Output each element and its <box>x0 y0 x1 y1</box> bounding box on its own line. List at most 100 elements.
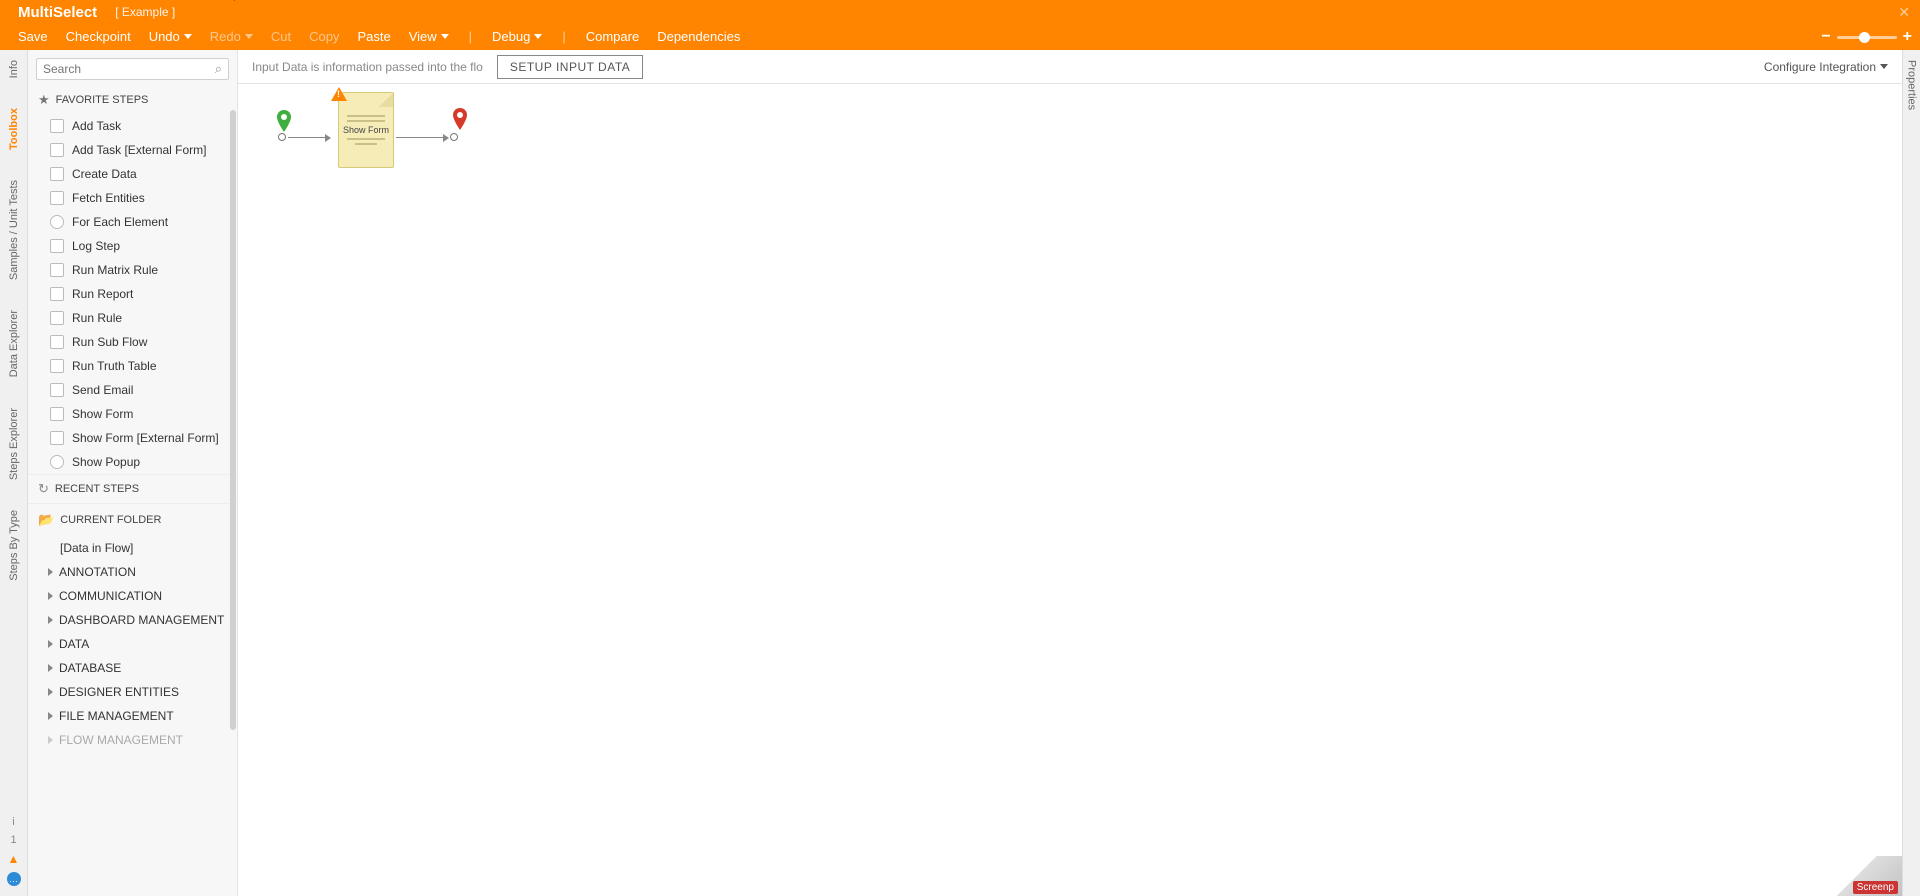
star-icon: ★ <box>38 92 50 108</box>
screen-recorder-badge: Screenp <box>1853 881 1898 894</box>
search-input[interactable] <box>43 62 215 76</box>
caret-right-icon <box>48 736 53 744</box>
step-show-popup[interactable]: Show Popup <box>28 450 237 474</box>
zoom-slider[interactable] <box>1837 36 1897 39</box>
folder-icon: 📂 <box>38 512 54 528</box>
chevron-down-icon <box>534 34 542 39</box>
toolbox-panel: ⌕ ★ FAVORITE STEPS Add Task Add Task [Ex… <box>28 50 238 896</box>
rail-tab-steps-explorer[interactable]: Steps Explorer <box>6 404 22 484</box>
step-add-task-external[interactable]: Add Task [External Form] <box>28 138 237 162</box>
folder-data[interactable]: DATA <box>28 632 237 656</box>
menu-dependencies[interactable]: Dependencies <box>657 29 740 44</box>
configure-integration-button[interactable]: Configure Integration <box>1764 60 1888 74</box>
menu-redo-label: Redo <box>210 29 241 44</box>
zoom-control[interactable]: − + <box>1821 28 1912 46</box>
step-create-data[interactable]: Create Data <box>28 162 237 186</box>
warning-icon <box>331 87 347 101</box>
configure-integration-label: Configure Integration <box>1764 60 1876 74</box>
start-node[interactable] <box>276 110 292 132</box>
step-for-each[interactable]: For Each Element <box>28 210 237 234</box>
close-icon[interactable]: ✕ <box>1898 4 1910 21</box>
menu-view-label: View <box>409 29 437 44</box>
warning-icon[interactable]: ▲ <box>8 852 20 866</box>
canvas-toolbar: Input Data is information passed into th… <box>238 50 1902 84</box>
edge-start-to-form <box>288 137 330 138</box>
step-run-matrix[interactable]: Run Matrix Rule <box>28 258 237 282</box>
step-show-form-external[interactable]: Show Form [External Form] <box>28 426 237 450</box>
folder-annotation[interactable]: ANNOTATION <box>28 560 237 584</box>
step-run-truth-table[interactable]: Run Truth Table <box>28 354 237 378</box>
step-log-step[interactable]: Log Step <box>28 234 237 258</box>
setup-input-data-button[interactable]: SETUP INPUT DATA <box>497 55 643 79</box>
folder-communication[interactable]: COMMUNICATION <box>28 584 237 608</box>
menu-debug-label: Debug <box>492 29 530 44</box>
zoom-thumb[interactable] <box>1859 32 1870 43</box>
input-data-hint: Input Data is information passed into th… <box>252 60 483 74</box>
menu-save[interactable]: Save <box>18 29 48 44</box>
info-icon[interactable]: i <box>12 816 14 828</box>
search-icon[interactable]: ⌕ <box>215 61 222 77</box>
step-icon <box>50 431 64 445</box>
menu-redo[interactable]: Redo <box>210 29 253 44</box>
folder-dashboard-management[interactable]: DASHBOARD MANAGEMENT <box>28 608 237 632</box>
menu-compare[interactable]: Compare <box>586 29 639 44</box>
folder-file-management[interactable]: FILE MANAGEMENT <box>28 704 237 728</box>
step-run-rule[interactable]: Run Rule <box>28 306 237 330</box>
rail-tab-samples[interactable]: Samples / Unit Tests <box>6 176 22 284</box>
show-form-node[interactable]: Show Form <box>338 92 394 168</box>
top-bar: MultiSelect [ Example ] ✕ Save Checkpoin… <box>0 0 1920 50</box>
chevron-down-icon <box>1880 64 1888 69</box>
zoom-out-icon[interactable]: − <box>1821 28 1830 46</box>
menu-copy[interactable]: Copy <box>309 29 339 44</box>
chevron-down-icon <box>184 34 192 39</box>
step-fetch-entities[interactable]: Fetch Entities <box>28 186 237 210</box>
folder-designer-entities[interactable]: DESIGNER ENTITIES <box>28 680 237 704</box>
menu-checkpoint[interactable]: Checkpoint <box>66 29 131 44</box>
folder-flow-management[interactable]: FLOW MANAGEMENT <box>28 728 237 752</box>
section-recent[interactable]: ↻ RECENT STEPS <box>28 474 237 503</box>
search-box[interactable]: ⌕ <box>36 58 229 80</box>
step-run-report[interactable]: Run Report <box>28 282 237 306</box>
rail-tab-data-explorer[interactable]: Data Explorer <box>6 306 22 381</box>
step-send-email[interactable]: Send Email <box>28 378 237 402</box>
step-add-task[interactable]: Add Task <box>28 114 237 138</box>
left-rail: Info Toolbox Samples / Unit Tests Data E… <box>0 50 28 896</box>
rail-tab-info[interactable]: Info <box>6 56 22 82</box>
favorite-step-list: Add Task Add Task [External Form] Create… <box>28 114 237 474</box>
chat-icon[interactable]: … <box>7 872 21 886</box>
menu-separator: | <box>560 29 567 44</box>
section-favorite[interactable]: ★ FAVORITE STEPS <box>28 86 237 114</box>
step-run-sub-flow[interactable]: Run Sub Flow <box>28 330 237 354</box>
step-icon <box>50 263 64 277</box>
node-label: Show Form <box>343 125 389 135</box>
menu-view[interactable]: View <box>409 29 449 44</box>
folder-database[interactable]: DATABASE <box>28 656 237 680</box>
end-in-port[interactable] <box>450 133 458 141</box>
app-subtitle: [ Example ] <box>115 5 175 19</box>
start-out-port[interactable] <box>278 133 286 141</box>
menu-debug[interactable]: Debug <box>492 29 542 44</box>
rail-tab-steps-by-type[interactable]: Steps By Type <box>6 506 22 585</box>
app-title: MultiSelect <box>18 4 97 21</box>
step-icon <box>50 167 64 181</box>
step-show-form[interactable]: Show Form <box>28 402 237 426</box>
menu-cut[interactable]: Cut <box>271 29 291 44</box>
chevron-down-icon <box>441 34 449 39</box>
menu-paste[interactable]: Paste <box>357 29 390 44</box>
right-rail: Properties <box>1902 50 1920 896</box>
folder-list: [Data in Flow] ANNOTATION COMMUNICATION … <box>28 536 237 752</box>
step-icon <box>50 335 64 349</box>
folder-data-in-flow[interactable]: [Data in Flow] <box>28 536 237 560</box>
zoom-in-icon[interactable]: + <box>1903 28 1912 46</box>
section-current-folder[interactable]: 📂 CURRENT FOLDER <box>28 503 237 536</box>
menu-undo[interactable]: Undo <box>149 29 192 44</box>
end-node[interactable] <box>452 108 468 130</box>
scrollbar-thumb[interactable] <box>230 110 236 730</box>
step-icon <box>50 215 64 229</box>
step-icon <box>50 359 64 373</box>
caret-right-icon <box>48 712 53 720</box>
step-icon <box>50 191 64 205</box>
flow-canvas[interactable]: Show Form Screenp <box>238 84 1902 896</box>
rail-tab-properties[interactable]: Properties <box>1906 60 1918 110</box>
rail-tab-toolbox[interactable]: Toolbox <box>6 104 22 154</box>
